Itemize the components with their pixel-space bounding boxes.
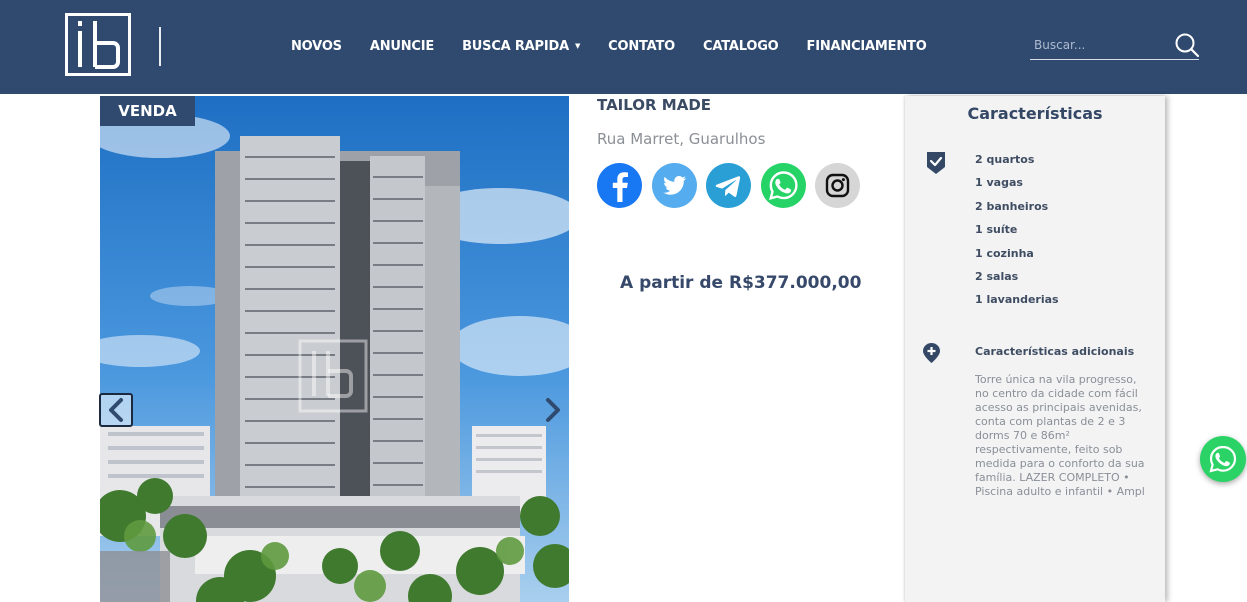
carousel-next-button[interactable] — [538, 393, 568, 427]
whatsapp-share-button[interactable] — [760, 163, 806, 208]
feature-item: 2 salas — [975, 269, 1019, 283]
additional-characteristics-text: Torre única na vila progresso, no centro… — [975, 373, 1145, 498]
feature-item: 2 banheiros — [975, 199, 1049, 213]
feature-item: 1 suíte — [975, 223, 1018, 237]
nav-item-financiamento[interactable]: FINANCIAMENTO — [807, 39, 927, 54]
feature-item: 2 quartos — [975, 153, 1035, 166]
feature-item: 1 cozinha — [975, 246, 1034, 260]
nav-item-anuncie[interactable]: ANUNCIE — [370, 39, 434, 54]
nav-item-contato[interactable]: CONTATO — [608, 39, 675, 54]
nav-item-novos[interactable]: NOVOS — [291, 39, 342, 54]
property-title: TAILOR MADE — [597, 96, 712, 114]
whatsapp-float-button[interactable] — [1200, 436, 1246, 482]
main-nav: NOVOS ANUNCIE BUSCA RAPIDA ▼ CONTATO CAT… — [291, 37, 955, 55]
feature-item: 1 vagas — [975, 176, 1023, 190]
instagram-share-button[interactable] — [815, 163, 860, 208]
whatsapp-icon — [1209, 445, 1237, 473]
property-photo[interactable] — [100, 96, 569, 602]
location-plus-icon — [923, 343, 940, 363]
feature-item: 1 lavanderias — [975, 293, 1059, 307]
shield-check-icon — [927, 152, 945, 174]
nav-item-busca-rapida[interactable]: BUSCA RAPIDA ▼ — [462, 39, 580, 54]
twitter-icon — [662, 176, 686, 195]
nav-item-busca-rapida-label: BUSCA RAPIDA — [462, 38, 569, 54]
site-header: NOVOS ANUNCIE BUSCA RAPIDA ▼ CONTATO CAT… — [0, 0, 1247, 94]
search-icon[interactable] — [1174, 32, 1200, 58]
logo-divider — [159, 27, 161, 66]
search-box — [1030, 31, 1200, 60]
whatsapp-icon — [768, 171, 798, 200]
search-input[interactable] — [1034, 35, 1164, 55]
carousel-prev-button[interactable] — [99, 393, 133, 427]
characteristics-panel: Características 2 quartos 1 vagas 2 banh… — [905, 96, 1165, 602]
characteristics-title: Características — [967, 104, 1103, 123]
features-list: 2 quartos 1 vagas 2 banheiros 1 suíte 1 … — [975, 152, 1059, 316]
additional-characteristics-title: Características adicionais — [975, 345, 1135, 358]
site-logo[interactable] — [65, 13, 131, 76]
status-badge: VENDA — [100, 96, 195, 126]
property-address: Rua Marret, Guarulhos — [597, 130, 766, 148]
caret-down-icon: ▼ — [574, 42, 581, 50]
twitter-share-button[interactable] — [651, 163, 697, 208]
nav-item-catalogo[interactable]: CATALOGO — [703, 39, 779, 54]
telegram-icon — [715, 176, 741, 197]
instagram-icon — [825, 173, 850, 198]
property-price: A partir de R$377.000,00 — [620, 273, 862, 293]
facebook-share-button[interactable] — [597, 163, 642, 208]
share-buttons — [597, 163, 870, 208]
building-rendering — [100, 96, 569, 602]
facebook-icon — [612, 172, 628, 202]
chevron-left-icon — [109, 398, 123, 422]
chevron-right-icon — [546, 398, 560, 422]
telegram-share-button[interactable] — [706, 163, 751, 208]
